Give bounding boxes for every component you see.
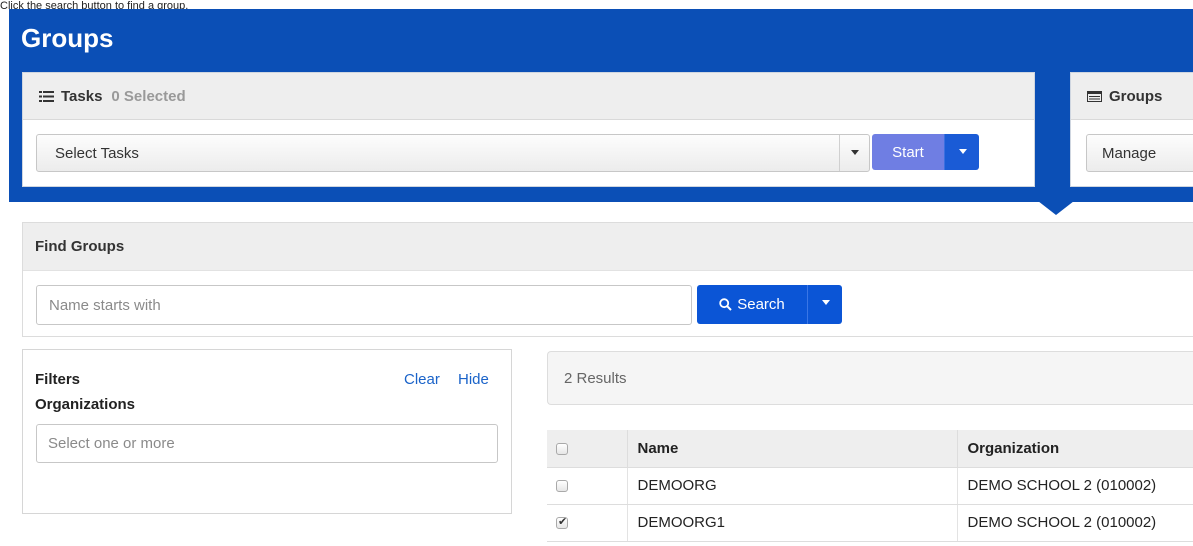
chevron-down-icon	[822, 300, 830, 305]
select-tasks-value: Select Tasks	[55, 145, 139, 162]
start-dropdown-button[interactable]	[944, 134, 979, 170]
search-button[interactable]: Search	[697, 285, 807, 324]
filters-title: Filters	[35, 371, 81, 388]
tasks-panel: Tasks 0 Selected Select Tasks Start	[22, 72, 1035, 187]
select-all-cell	[547, 430, 627, 468]
tasks-selected-count: 0 Selected	[111, 87, 186, 105]
manage-value: Manage	[1102, 145, 1157, 162]
results-table: Name Organization DEMOORG DEMO SCHOOL 2 …	[547, 430, 1193, 542]
select-tasks-dropdown[interactable]: Select Tasks	[36, 134, 870, 172]
row-checkbox[interactable]	[556, 515, 568, 530]
groups-panel-header: Groups	[1071, 73, 1193, 120]
chevron-down-icon	[851, 150, 859, 155]
find-groups-title: Find Groups	[23, 223, 1193, 271]
row-name: DEMOORG	[626, 467, 957, 505]
tasks-panel-header: Tasks 0 Selected	[23, 73, 1034, 120]
header-pointer-arrow	[1038, 201, 1074, 215]
hide-filters-link[interactable]: Hide	[458, 371, 489, 388]
search-dropdown-button[interactable]	[807, 285, 842, 324]
row-checkbox[interactable]	[556, 480, 568, 493]
search-button-label: Search	[737, 296, 785, 313]
organizations-select-input[interactable]	[36, 424, 498, 463]
table-header-row: Name Organization	[547, 430, 1193, 468]
row-name: DEMOORG1	[626, 504, 957, 542]
select-all-checkbox[interactable]	[556, 442, 568, 455]
tasks-title: Tasks	[61, 87, 103, 105]
results-summary-bar: 2 Results	[547, 351, 1193, 405]
start-button[interactable]: Start	[872, 134, 944, 170]
organizations-label: Organizations	[35, 396, 136, 413]
select-tasks-toggle[interactable]	[839, 135, 869, 171]
column-header-name[interactable]: Name	[626, 430, 957, 468]
page-title: Groups	[21, 23, 114, 53]
row-organization: DEMO SCHOOL 2 (010002)	[956, 467, 1193, 505]
results-count: 2 Results	[564, 370, 627, 387]
manage-dropdown[interactable]: Manage	[1086, 134, 1193, 172]
clear-filters-link[interactable]: Clear	[404, 371, 440, 388]
tasks-list-icon	[39, 90, 54, 102]
chevron-down-icon	[959, 149, 967, 154]
row-organization: DEMO SCHOOL 2 (010002)	[956, 504, 1193, 542]
filters-panel: Filters Clear Hide Organizations	[22, 349, 512, 514]
table-row[interactable]: DEMOORG DEMO SCHOOL 2 (010002)	[547, 467, 1193, 505]
find-groups-panel: Find Groups Search	[22, 222, 1193, 337]
search-button-group: Search	[697, 285, 842, 324]
table-row[interactable]: DEMOORG1 DEMO SCHOOL 2 (010002)	[547, 504, 1193, 542]
groups-window-icon	[1087, 90, 1102, 102]
name-search-input[interactable]	[36, 285, 692, 325]
row-checkbox-cell	[547, 467, 627, 505]
groups-title: Groups	[1109, 87, 1163, 105]
groups-panel: Groups Manage	[1070, 72, 1193, 187]
row-checkbox-cell	[547, 504, 627, 542]
start-button-group: Start	[872, 134, 979, 170]
search-icon	[719, 298, 732, 311]
column-header-organization[interactable]: Organization	[956, 430, 1193, 468]
